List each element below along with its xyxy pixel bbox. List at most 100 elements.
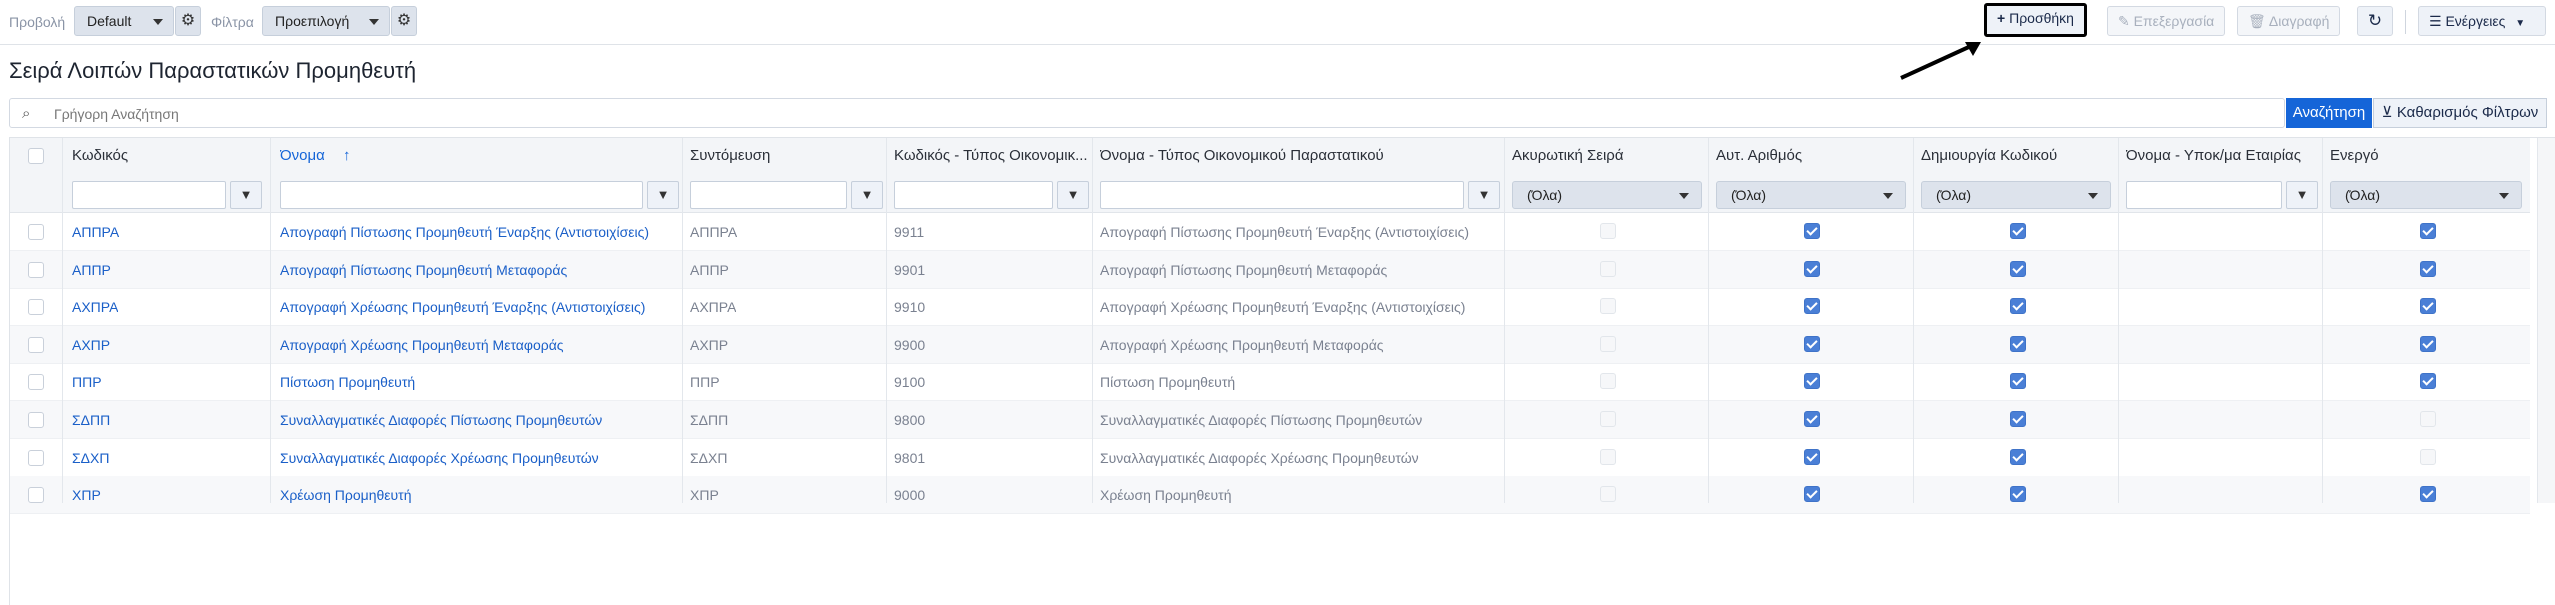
cell-short: ΠΠΡ [690, 374, 720, 391]
active-checkbox [2420, 486, 2436, 503]
filter-icon[interactable]: ▼ [647, 181, 679, 209]
cell-name[interactable]: Απογραφή Πίστωσης Προμηθευτή Έναρξης (Αν… [280, 224, 649, 240]
cell-type-code: 9901 [894, 261, 926, 278]
table-row[interactable]: ΑΠΠΡΑ Απογραφή Πίστωσης Προμηθευτή Έναρξη… [10, 213, 2530, 251]
create-code-checkbox [2010, 411, 2026, 427]
cell-type-code: 9900 [894, 336, 926, 353]
filter-select-cancel[interactable]: (Όλα) [1512, 181, 1702, 209]
cell-type-name: Πίστωση Προμηθευτή [1100, 374, 1236, 391]
filter-icon[interactable]: ▼ [1468, 181, 1500, 209]
auto-number-checkbox [1804, 298, 1820, 315]
row-select-checkbox[interactable] [28, 487, 44, 504]
table-row[interactable]: ΑΧΠΡ Απογραφή Χρέωσης Προμηθευτή Μεταφορά… [10, 325, 2530, 364]
col-header-code[interactable]: Κωδικός [72, 147, 128, 164]
grid-scrollbar[interactable] [2537, 138, 2555, 503]
table-row[interactable]: ΠΠΡ Πίστωση Προμηθευτή ΠΠΡ 9100 Πίστωση Προμ… [10, 363, 2530, 402]
row-select-checkbox[interactable] [28, 336, 44, 353]
filter-input-company[interactable] [2126, 181, 2282, 209]
chevron-down-icon [369, 19, 379, 25]
table-row[interactable]: ΣΔΠΠ Συναλλαγματικές Διαφορές Πίστωσης Πρ… [10, 401, 2530, 439]
refresh-button[interactable]: ↻ [2357, 6, 2393, 36]
actions-button[interactable]: ☰ Ενέργειες ▼ [2418, 6, 2546, 36]
filter-select-active[interactable]: (Όλα) [2330, 181, 2522, 209]
col-header-type-name[interactable]: Όνομα - Τύπος Οικονομικού Παραστατικού [1100, 147, 1384, 164]
arrow-annotation [1900, 42, 1981, 80]
gear-icon[interactable]: ⚙ [175, 6, 201, 36]
chevron-down-icon [153, 19, 163, 25]
filter-input-type-code[interactable] [894, 181, 1053, 209]
col-header-short[interactable]: Συντόμευση [690, 147, 770, 164]
cell-short: ΑΠΠΡΑ [690, 224, 738, 240]
filter-icon[interactable]: ▼ [851, 181, 883, 209]
edit-button[interactable]: ✎ Επεξεργασία [2107, 6, 2226, 36]
filter-icon[interactable]: ▼ [230, 181, 262, 209]
cell-code[interactable]: ΣΔΠΠ [72, 412, 110, 428]
cell-code[interactable]: ΑΠΠΡ [72, 262, 111, 278]
quick-search-input[interactable]: ⌕ Γρήγορη Αναζήτηση [9, 98, 2285, 128]
chevron-down-icon [2499, 193, 2509, 199]
cell-name[interactable]: Συναλλαγματικές Διαφορές Χρέωσης Προμηθε… [280, 450, 599, 466]
menu-icon: ☰ [2429, 13, 2442, 29]
gear-icon[interactable]: ⚙ [391, 6, 417, 36]
table-row[interactable]: ΣΔΧΠ Συναλλαγματικές Διαφορές Χρέωσης Προ… [10, 439, 2530, 477]
cell-type-name: Συναλλαγματικές Διαφορές Χρέωσης Προμηθε… [1100, 449, 1419, 466]
cell-name[interactable]: Απογραφή Χρέωσης Προμηθευτή Μεταφοράς [280, 337, 564, 353]
cell-name[interactable]: Συναλλαγματικές Διαφορές Πίστωσης Προμηθ… [280, 412, 602, 428]
filter-input-code[interactable] [72, 181, 226, 209]
active-checkbox [2420, 335, 2436, 352]
filter-select-value: (Όλα) [1936, 187, 1972, 203]
add-button-label: Προσθήκη [2009, 10, 2074, 26]
view-select[interactable]: Default [74, 6, 174, 36]
filter-select-create[interactable]: (Όλα) [1921, 181, 2111, 209]
row-select-checkbox[interactable] [28, 412, 44, 428]
page-title: Σειρά Λοιπών Παραστατικών Προμηθευτή [9, 58, 417, 83]
col-header-name[interactable]: Όνομα ↑ [280, 147, 350, 164]
cell-code[interactable]: ΑΧΠΡ [72, 337, 110, 353]
filter-icon[interactable]: ▼ [1057, 181, 1089, 209]
row-select-checkbox[interactable] [28, 374, 44, 391]
row-select-checkbox[interactable] [28, 299, 44, 316]
clear-filters-button[interactable]: ⊻ Καθαρισμός Φίλτρων [2373, 98, 2547, 128]
col-header-active[interactable]: Ενεργό [2330, 147, 2379, 164]
active-checkbox [2420, 448, 2436, 465]
cell-code[interactable]: ΠΠΡ [72, 374, 102, 390]
filter-input-short[interactable] [690, 181, 847, 209]
col-header-cancel[interactable]: Ακυρωτική Σειρά [1512, 147, 1624, 164]
cell-code[interactable]: ΑΧΠΡΑ [72, 299, 118, 315]
add-button[interactable]: + Προσθήκη [1984, 3, 2087, 37]
refresh-icon: ↻ [2367, 11, 2383, 30]
filter-input-name[interactable] [280, 181, 643, 209]
filter-select-auto[interactable]: (Όλα) [1716, 181, 1906, 209]
cell-name[interactable]: Χρέωση Προμηθευτή [280, 487, 412, 503]
cell-code[interactable]: ΧΠΡ [72, 487, 101, 503]
cell-type-code: 9911 [894, 224, 925, 240]
cell-code[interactable]: ΑΠΠΡΑ [72, 224, 119, 240]
col-header-company[interactable]: Όνομα - Υποκ/μα Εταιρίας [2126, 147, 2301, 164]
chevron-down-icon [1883, 193, 1893, 199]
row-select-checkbox[interactable] [28, 224, 44, 240]
cell-code[interactable]: ΣΔΧΠ [72, 450, 109, 466]
search-button[interactable]: Αναζήτηση [2286, 98, 2372, 128]
row-select-checkbox[interactable] [28, 449, 44, 466]
filters-select[interactable]: Προεπιλογή [262, 6, 390, 36]
col-header-auto[interactable]: Αυτ. Αριθμός [1716, 147, 1802, 164]
table-row[interactable]: ΑΧΠΡΑ Απογραφή Χρέωσης Προμηθευτή Έναρξης… [10, 288, 2530, 327]
col-header-create[interactable]: Δημιουργία Κωδικού [1921, 147, 2057, 164]
cell-name[interactable]: Απογραφή Χρέωσης Προμηθευτή Έναρξης (Αντ… [280, 299, 645, 315]
delete-button[interactable]: 🗑 Διαγραφή [2237, 6, 2341, 36]
col-divider [62, 138, 63, 503]
cell-short: ΣΔΠΠ [690, 412, 729, 428]
cell-name[interactable]: Πίστωση Προμηθευτή [280, 374, 415, 390]
row-select-checkbox[interactable] [28, 261, 44, 278]
filter-icon[interactable]: ▼ [2286, 181, 2318, 209]
table-row[interactable]: ΑΠΠΡ Απογραφή Πίστωσης Προμηθευτή Μεταφορ… [10, 250, 2530, 289]
select-all-checkbox[interactable] [28, 148, 44, 164]
cell-type-name: Χρέωση Προμηθευτή [1100, 487, 1232, 504]
chevron-down-icon: ▼ [2515, 18, 2526, 29]
col-divider [682, 138, 683, 503]
active-checkbox [2420, 223, 2436, 239]
filter-input-type-name[interactable] [1100, 181, 1464, 209]
cell-name[interactable]: Απογραφή Πίστωσης Προμηθευτή Μεταφοράς [280, 262, 567, 278]
table-row[interactable]: ΧΠΡ Χρέωση Προμηθευτή ΧΠΡ 9000 Χρέωση Προμηθ… [10, 476, 2530, 515]
col-header-type-code[interactable]: Κωδικός - Τύπος Οικονομικ... [894, 147, 1094, 164]
